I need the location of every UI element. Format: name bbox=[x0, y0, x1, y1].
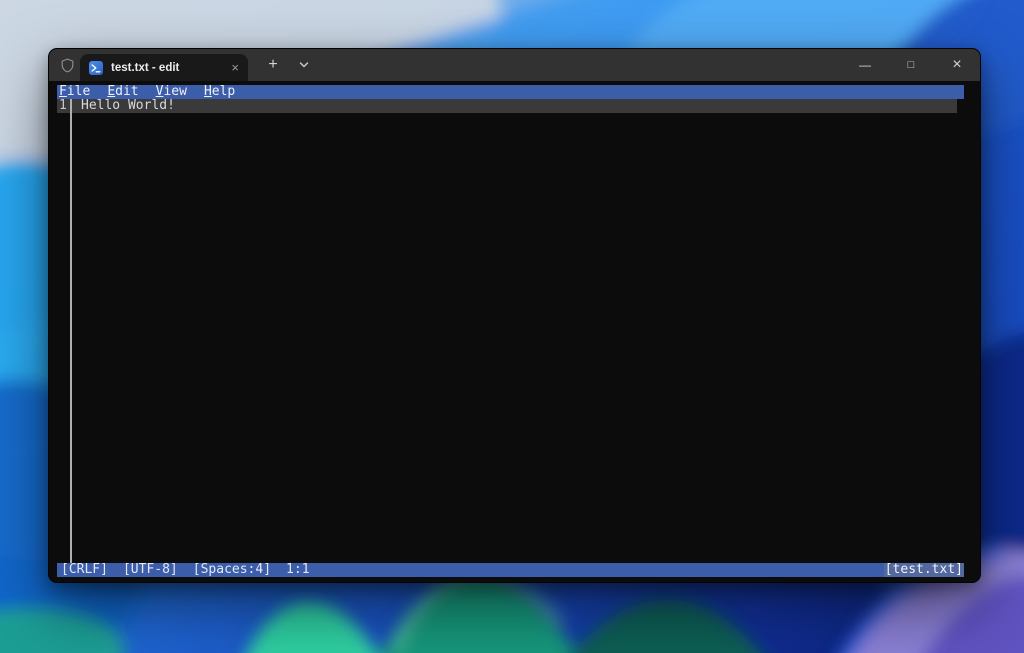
line-text[interactable]: Hello World! bbox=[81, 99, 175, 113]
status-filename[interactable]: [test.txt] bbox=[884, 563, 964, 577]
line-number: 1 bbox=[57, 99, 71, 113]
titlebar-drag-area[interactable] bbox=[318, 49, 842, 81]
statusbar: [CRLF] [UTF-8] [Spaces:4] 1:1 [test.txt] bbox=[57, 563, 964, 577]
status-line-ending[interactable]: [CRLF] bbox=[61, 563, 108, 577]
new-tab-button[interactable]: + bbox=[256, 49, 290, 81]
menu-label-rest: iew bbox=[163, 85, 186, 99]
menu-label-rest: dit bbox=[115, 85, 138, 99]
terminal-window: test.txt - edit × + — □ × File Edit View… bbox=[48, 48, 981, 583]
menubar: File Edit View Help bbox=[57, 85, 964, 99]
editor-line[interactable]: 1 Hello World! bbox=[57, 99, 957, 113]
editor-area[interactable]: 1 Hello World! bbox=[57, 99, 964, 563]
menu-hotkey: V bbox=[156, 85, 164, 99]
menu-hotkey: F bbox=[59, 85, 67, 99]
tab-test-txt[interactable]: test.txt - edit × bbox=[80, 54, 248, 81]
menu-item-edit[interactable]: Edit bbox=[107, 85, 138, 99]
menu-hotkey: H bbox=[204, 85, 212, 99]
menu-item-file[interactable]: File bbox=[59, 85, 90, 99]
admin-shield-icon bbox=[54, 49, 80, 81]
close-button[interactable]: × bbox=[934, 49, 980, 81]
status-indentation[interactable]: [Spaces:4] bbox=[193, 563, 271, 577]
tab-dropdown-button[interactable] bbox=[290, 49, 318, 81]
menu-label-rest: elp bbox=[212, 85, 235, 99]
powershell-icon bbox=[89, 61, 103, 75]
status-cursor-position[interactable]: 1:1 bbox=[286, 563, 309, 577]
gutter-separator bbox=[70, 99, 72, 563]
menu-item-help[interactable]: Help bbox=[204, 85, 235, 99]
menu-hotkey: E bbox=[107, 85, 115, 99]
status-encoding[interactable]: [UTF-8] bbox=[123, 563, 178, 577]
maximize-button[interactable]: □ bbox=[888, 49, 934, 81]
menu-label-rest: ile bbox=[67, 85, 90, 99]
chevron-down-icon bbox=[298, 59, 310, 71]
minimize-button[interactable]: — bbox=[842, 49, 888, 81]
terminal-content: File Edit View Help 1 Hello World! [CRLF… bbox=[49, 81, 980, 582]
tab-title: test.txt - edit bbox=[111, 62, 223, 74]
menu-item-view[interactable]: View bbox=[156, 85, 187, 99]
titlebar[interactable]: test.txt - edit × + — □ × bbox=[49, 49, 980, 81]
tab-close-button[interactable]: × bbox=[231, 61, 239, 74]
